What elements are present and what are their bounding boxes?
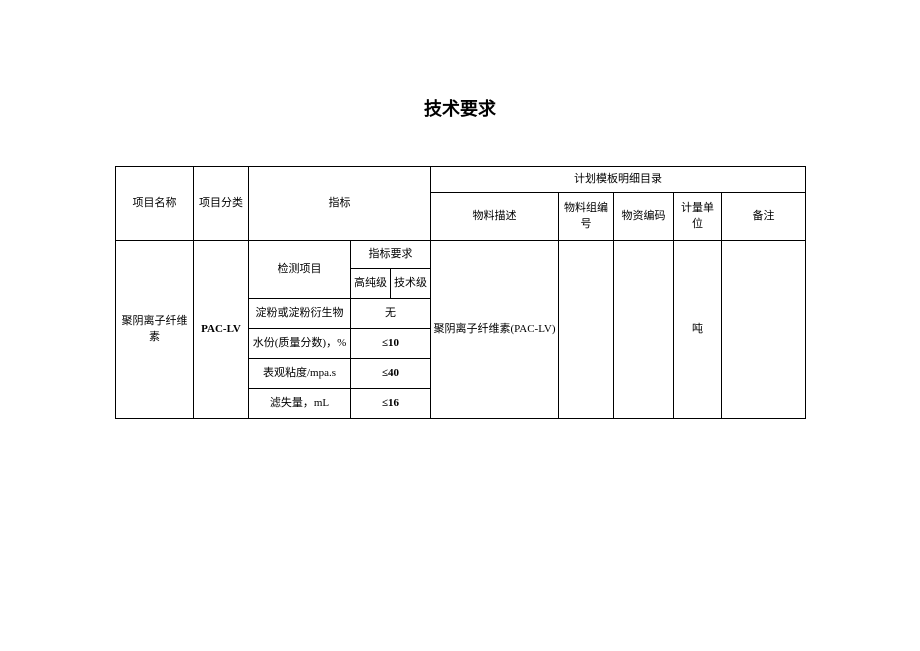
cell-unit: 吨 <box>674 241 722 419</box>
cell-material-desc: 聚阴离子纤维素(PAC-LV) <box>431 241 559 419</box>
cell-item-3: 滤失量，mL <box>249 389 351 419</box>
hdr-remark: 备注 <box>722 193 806 241</box>
page-title: 技术要求 <box>0 0 920 166</box>
cell-req-label: 指标要求 <box>351 241 431 269</box>
cell-material-group-no <box>559 241 614 419</box>
cell-item-2: 表观粘度/mpa.s <box>249 359 351 389</box>
hdr-project-class: 项目分类 <box>194 167 249 241</box>
cell-req-2: ≤40 <box>351 359 431 389</box>
cell-project-name: 聚阴离子纤维素 <box>116 241 194 419</box>
hdr-material-code: 物资编码 <box>614 193 674 241</box>
cell-req-3: ≤16 <box>351 389 431 419</box>
hdr-material-desc: 物料描述 <box>431 193 559 241</box>
hdr-unit: 计量单位 <box>674 193 722 241</box>
cell-remark <box>722 241 806 419</box>
cell-project-class: PAC-LV <box>194 241 249 419</box>
cell-grade-tech: 技术级 <box>391 269 431 299</box>
cell-req-0: 无 <box>351 299 431 329</box>
hdr-indicator: 指标 <box>249 167 431 241</box>
cell-item-0: 淀粉或淀粉衍生物 <box>249 299 351 329</box>
cell-test-item-label: 检测项目 <box>249 241 351 299</box>
hdr-project-name: 项目名称 <box>116 167 194 241</box>
hdr-plan-template: 计划模板明细目录 <box>431 167 806 193</box>
cell-material-code <box>614 241 674 419</box>
cell-grade-high: 高纯级 <box>351 269 391 299</box>
spec-table: 项目名称 项目分类 指标 计划模板明细目录 物料描述 物料组编号 物资编码 计量… <box>115 166 805 419</box>
hdr-material-group-no: 物料组编号 <box>559 193 614 241</box>
cell-req-1: ≤10 <box>351 329 431 359</box>
cell-item-1: 水份(质量分数)，% <box>249 329 351 359</box>
